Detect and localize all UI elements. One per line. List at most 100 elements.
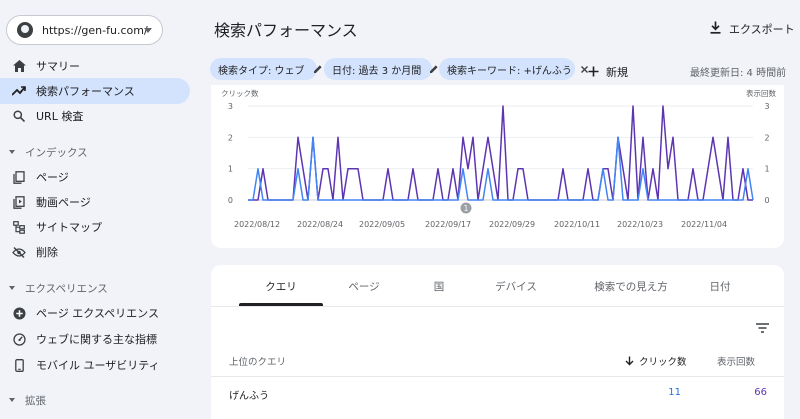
y-tick-label-left: 1 <box>228 165 233 174</box>
section-enhancements[interactable]: 拡張 <box>0 388 190 412</box>
site-avatar-icon <box>17 22 33 38</box>
section-label: インデックス <box>25 146 88 159</box>
x-tick-label: 2022/09/29 <box>489 220 535 229</box>
chip-query-filter[interactable]: 検索キーワード: +げんふう <box>439 58 588 80</box>
x-tick-label: 2022/10/23 <box>617 220 663 229</box>
series-line <box>248 105 753 201</box>
sidebar-item-core-web-vitals[interactable]: ウェブに関する主な指標 <box>0 326 190 352</box>
x-tick-label: 2022/08/24 <box>297 220 343 229</box>
sidebar-item-url-inspection[interactable]: URL 検査 <box>0 103 190 129</box>
y-tick-label-right: 3 <box>764 102 769 111</box>
sidebar-item-pages[interactable]: ページ <box>0 164 190 190</box>
query-cell[interactable]: げんふう <box>229 387 269 402</box>
results-table: クエリ ページ 国 デバイス 検索での見え方 日付 上位のクエリ クリック数 表… <box>211 265 784 419</box>
sidebar-item-label: サマリー <box>36 60 80 73</box>
removal-icon <box>12 245 26 259</box>
sidebar-item-page-experience[interactable]: ページ エクスペリエンス <box>0 300 190 326</box>
filter-rows-icon[interactable] <box>756 318 769 337</box>
sidebar-item-label: モバイル ユーザビリティ <box>36 359 160 372</box>
download-icon <box>710 19 721 38</box>
section-index[interactable]: インデックス <box>0 140 190 164</box>
video-page-icon <box>12 195 26 209</box>
impressions-cell: 66 <box>754 387 767 398</box>
sidebar-item-label: 動画ページ <box>36 196 91 209</box>
chip-label: 検索キーワード: +げんふう <box>447 65 572 77</box>
edit-icon[interactable] <box>313 64 323 74</box>
chip-date-range[interactable]: 日付: 過去 3 か月間 <box>324 58 438 80</box>
sidebar-item-label: 検索パフォーマンス <box>36 85 135 98</box>
trending-icon <box>12 84 26 98</box>
home-icon <box>12 59 26 73</box>
divider <box>211 376 784 377</box>
edit-icon[interactable] <box>429 64 439 74</box>
plus-circle-icon <box>12 306 26 320</box>
x-tick-label: 2022/10/11 <box>554 220 600 229</box>
line-chart: クリック数 表示回数 3 3 2 2 1 1 0 0 2022/08/12 2022/08/24 202… <box>221 88 776 229</box>
caret-down-icon <box>144 28 152 33</box>
sidebar-item-mobile-usability[interactable]: モバイル ユーザビリティ <box>0 352 190 378</box>
y-tick-label-left: 3 <box>228 102 233 111</box>
tab-devices[interactable]: デバイス <box>483 279 549 294</box>
y-tick-label-right: 0 <box>764 196 769 205</box>
collapse-icon <box>9 398 15 402</box>
column-header-query: 上位のクエリ <box>229 357 287 368</box>
sidebar-item-label: ウェブに関する主な指標 <box>36 333 157 346</box>
x-tick-label: 2022/09/17 <box>425 220 471 229</box>
sidebar: https://gen-fu.com/ サマリー 検索パフォーマンス URL 検… <box>0 0 203 419</box>
new-filter-button[interactable]: 新規 <box>588 62 628 81</box>
pages-icon <box>12 170 26 184</box>
column-header-impressions[interactable]: 表示回数 <box>717 354 755 368</box>
collapse-icon <box>9 150 15 154</box>
y-axis-label-right: 表示回数 <box>746 88 776 98</box>
sidebar-item-label: ページ エクスペリエンス <box>36 307 159 320</box>
column-label: クリック数 <box>639 357 687 368</box>
gauge-icon <box>12 332 26 346</box>
sidebar-item-summary[interactable]: サマリー <box>0 53 190 79</box>
y-tick-label-left: 0 <box>228 196 233 205</box>
clicks-cell: 11 <box>668 387 681 398</box>
sidebar-item-label: 削除 <box>36 246 58 259</box>
chip-search-type[interactable]: 検索タイプ: ウェブ <box>210 58 322 80</box>
x-tick-label: 2022/09/05 <box>359 220 405 229</box>
y-axis-label-left: クリック数 <box>221 88 259 98</box>
sidebar-item-label: URL 検査 <box>36 110 84 123</box>
y-tick-label-right: 1 <box>764 165 769 174</box>
sidebar-item-label: サイトマップ <box>36 221 102 234</box>
mobile-icon <box>12 358 26 372</box>
sidebar-item-sitemaps[interactable]: サイトマップ <box>0 214 190 240</box>
chip-label: 検索タイプ: ウェブ <box>218 65 305 77</box>
export-button[interactable]: エクスポート <box>710 19 795 38</box>
x-tick-label: 2022/11/04 <box>681 220 727 229</box>
property-selector[interactable]: https://gen-fu.com/ <box>6 15 163 45</box>
column-header-clicks[interactable]: クリック数 <box>625 354 687 368</box>
collapse-icon <box>9 286 15 290</box>
tab-countries[interactable]: 国 <box>416 279 462 294</box>
sidebar-item-performance[interactable]: 検索パフォーマンス <box>0 78 190 104</box>
tab-dates[interactable]: 日付 <box>699 279 741 294</box>
export-label: エクスポート <box>729 22 795 36</box>
page-title: 検索パフォーマンス <box>214 21 358 40</box>
annotation-label: 1 <box>464 204 469 213</box>
tab-pages[interactable]: ページ <box>331 279 397 294</box>
section-label: エクスペリエンス <box>25 282 108 295</box>
performance-chart: クリック数 表示回数 3 3 2 2 1 1 0 0 2022/08/12 2022/08/24 202… <box>211 85 784 248</box>
divider <box>211 306 784 307</box>
section-experience[interactable]: エクスペリエンス <box>0 276 190 300</box>
last-updated: 最終更新日: 4 時間前 <box>690 68 787 79</box>
section-label: 拡張 <box>25 394 46 407</box>
sort-down-icon <box>625 356 634 366</box>
sidebar-item-label: ページ <box>36 171 69 184</box>
search-icon <box>12 109 26 123</box>
x-tick-label: 2022/08/12 <box>234 220 280 229</box>
plus-icon <box>588 62 599 81</box>
chip-label: 日付: 過去 3 か月間 <box>332 65 422 77</box>
sitemap-icon <box>12 220 26 234</box>
sidebar-item-removals[interactable]: 削除 <box>0 239 190 265</box>
tab-queries[interactable]: クエリ <box>239 279 323 294</box>
y-tick-label-left: 2 <box>228 133 233 142</box>
property-url: https://gen-fu.com/ <box>42 23 148 37</box>
new-filter-label: 新規 <box>606 65 628 79</box>
tab-search-appearance[interactable]: 検索での見え方 <box>571 279 691 294</box>
y-tick-label-right: 2 <box>764 133 769 142</box>
sidebar-item-video-pages[interactable]: 動画ページ <box>0 189 190 215</box>
